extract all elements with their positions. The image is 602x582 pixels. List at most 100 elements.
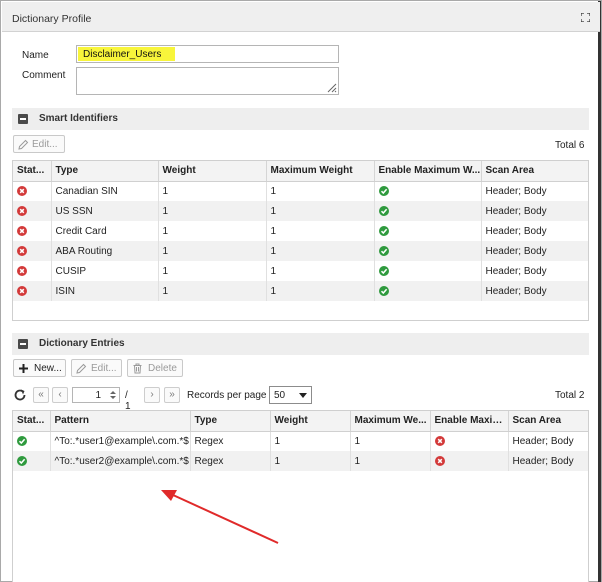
comment-label: Comment (22, 70, 66, 81)
entries-total: Total 2 (555, 390, 585, 401)
max-weight-cell: 1 (266, 241, 375, 261)
type-cell: Regex (190, 431, 271, 451)
refresh-icon[interactable] (13, 388, 27, 402)
max-weight-cell: 1 (266, 261, 375, 281)
table-row[interactable]: CUSIP 1 1 Header; Body (13, 261, 588, 281)
delete-label: Delete (148, 363, 177, 374)
enable-max-cell (374, 221, 482, 241)
type-cell: CUSIP (51, 261, 159, 281)
weight-cell: 1 (158, 201, 267, 221)
delete-button[interactable]: Delete (127, 359, 183, 377)
column-header[interactable]: Scan Area (481, 161, 588, 182)
x-circle-icon (17, 186, 27, 197)
weight-cell: 1 (158, 221, 267, 241)
max-weight-cell: 1 (266, 201, 375, 221)
table-row[interactable]: ISIN 1 1 Header; Body (13, 281, 588, 301)
x-circle-icon (17, 245, 27, 256)
column-header[interactable]: Stat... (13, 161, 52, 182)
chevron-down-icon (299, 393, 307, 398)
smart-identifiers-header[interactable]: Smart Identifiers (12, 108, 589, 130)
weight-cell: 1 (270, 431, 351, 451)
name-input[interactable]: Disclaimer_Users (76, 45, 339, 63)
type-cell: ISIN (51, 281, 159, 301)
scan-area-cell: Header; Body (508, 431, 588, 451)
table-row[interactable]: ^To:.*user1@example\.com.*$ Regex 1 1 Header… (13, 431, 588, 451)
max-weight-cell: 1 (266, 181, 375, 201)
trash-icon (133, 363, 142, 374)
table-row[interactable]: ABA Routing 1 1 Header; Body (13, 241, 588, 261)
column-header[interactable]: Scan Area (508, 411, 588, 432)
column-header[interactable]: Weight (270, 411, 351, 432)
collapse-icon[interactable] (18, 114, 28, 124)
status-cell (13, 181, 52, 201)
column-header[interactable]: Enable Maximum W... (374, 161, 482, 182)
new-entry-label: New... (34, 363, 62, 374)
status-cell (13, 221, 52, 241)
prev-page-button[interactable]: ‹ (52, 387, 68, 403)
next-page-button[interactable]: › (144, 387, 160, 403)
scan-area-cell: Header; Body (481, 261, 588, 281)
resize-grip-icon[interactable] (325, 81, 337, 93)
type-cell: Credit Card (51, 221, 159, 241)
column-header[interactable]: Maximum Weight (266, 161, 375, 182)
table-row[interactable]: US SSN 1 1 Header; Body (13, 201, 588, 221)
records-per-page-value: 50 (274, 390, 286, 401)
records-per-page-select[interactable]: 50 (269, 386, 312, 404)
entry-edit-button[interactable]: Edit... (71, 359, 122, 377)
table-row[interactable]: Credit Card 1 1 Header; Body (13, 221, 588, 241)
name-label: Name (22, 50, 49, 61)
first-page-button[interactable]: « (33, 387, 49, 403)
check-circle-icon (17, 436, 27, 447)
last-page-button[interactable]: » (164, 387, 180, 403)
check-circle-icon (378, 285, 389, 296)
status-cell (13, 451, 51, 471)
enable-max-cell (430, 451, 509, 471)
new-entry-button[interactable]: New... (13, 359, 66, 377)
x-circle-icon (434, 436, 445, 447)
entry-edit-label: Edit... (91, 363, 117, 374)
table-row[interactable]: Canadian SIN 1 1 Header; Body (13, 181, 588, 201)
table-row[interactable]: ^To:.*user2@example\.com.*$ Regex 1 1 Header… (13, 451, 588, 471)
dictionary-entries-header[interactable]: Dictionary Entries (12, 333, 589, 355)
max-weight-cell: 1 (266, 281, 375, 301)
scan-area-cell: Header; Body (481, 181, 588, 201)
weight-cell: 1 (158, 261, 267, 281)
column-header[interactable]: Pattern (50, 411, 191, 432)
status-cell (13, 241, 52, 261)
weight-cell: 1 (158, 181, 267, 201)
column-header[interactable]: Weight (158, 161, 267, 182)
page-number-input[interactable]: 1 (72, 387, 120, 403)
comment-textarea[interactable] (76, 67, 339, 95)
column-header[interactable]: Maximum We... (350, 411, 431, 432)
smart-edit-button[interactable]: Edit... (13, 135, 65, 153)
maximize-icon[interactable] (581, 13, 590, 22)
type-cell: US SSN (51, 201, 159, 221)
weight-cell: 1 (158, 241, 267, 261)
check-circle-icon (378, 205, 389, 216)
column-header[interactable]: Stat... (13, 411, 51, 432)
scan-area-cell: Header; Body (481, 221, 588, 241)
enable-max-cell (374, 281, 482, 301)
name-value: Disclaimer_Users (83, 49, 162, 60)
type-cell: Regex (190, 451, 271, 471)
entries-grid-header-row: Stat... Pattern Type Weight Maximum We... Ena… (13, 411, 588, 432)
column-header[interactable]: Type (51, 161, 159, 182)
max-weight-cell: 1 (266, 221, 375, 241)
window-edge (598, 1, 601, 582)
page-number-value: 1 (95, 390, 101, 401)
window-title: Dictionary Profile (12, 13, 92, 25)
enable-max-cell (374, 181, 482, 201)
collapse-icon[interactable] (18, 339, 28, 349)
enable-max-cell (374, 241, 482, 261)
weight-cell: 1 (270, 451, 351, 471)
enable-max-cell (374, 261, 482, 281)
x-circle-icon (17, 285, 27, 296)
x-circle-icon (434, 455, 445, 466)
status-cell (13, 431, 51, 451)
column-header[interactable]: Enable Maxim... (430, 411, 509, 432)
column-header[interactable]: Type (190, 411, 271, 432)
smart-identifiers-title: Smart Identifiers (39, 113, 118, 124)
smart-identifiers-grid: Stat... Type Weight Maximum Weight Enable Ma… (12, 160, 589, 321)
spinner-icon[interactable] (109, 389, 117, 401)
plus-icon (19, 364, 28, 373)
